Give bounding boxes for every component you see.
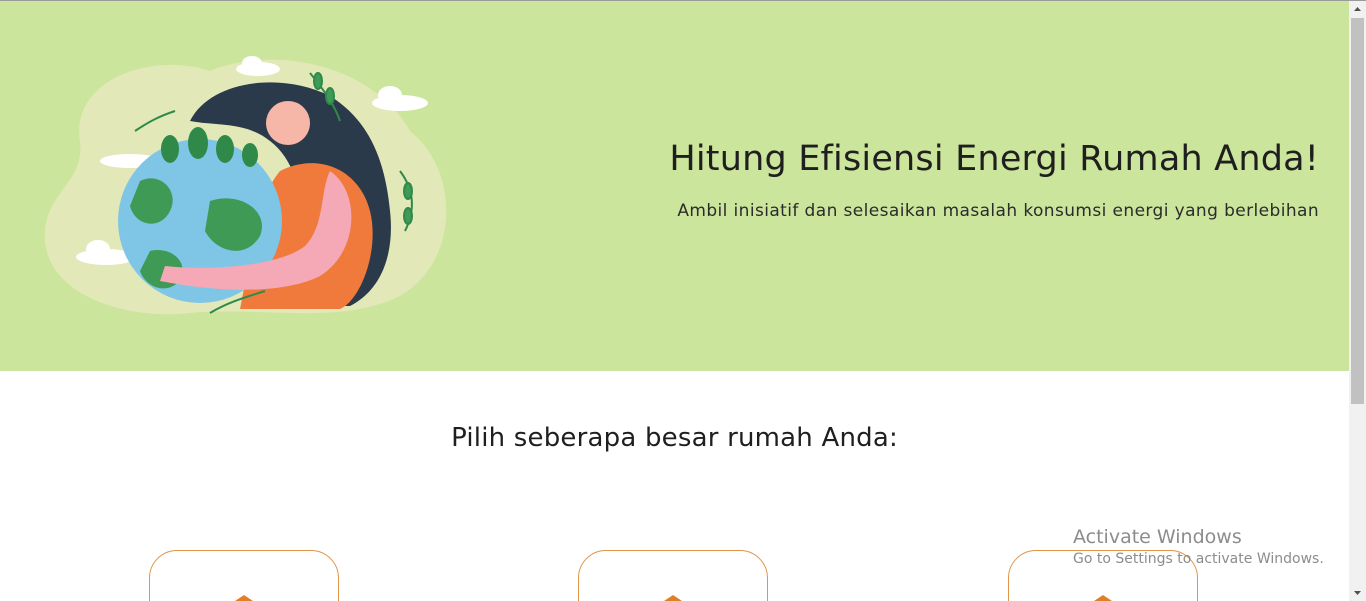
hero-title: Hitung Efisiensi Energi Rumah Anda! xyxy=(669,139,1319,179)
scroll-up-arrow-icon[interactable] xyxy=(1349,1,1366,17)
scrollbar-thumb[interactable] xyxy=(1351,18,1364,404)
vertical-scrollbar[interactable] xyxy=(1349,1,1366,601)
hero-banner: Hitung Efisiensi Energi Rumah Anda! Ambi… xyxy=(0,1,1349,371)
house-icon xyxy=(661,595,685,601)
house-size-option-1[interactable] xyxy=(149,550,339,601)
scroll-down-arrow-icon[interactable] xyxy=(1349,585,1366,601)
house-icon xyxy=(1091,595,1115,601)
house-size-heading: Pilih seberapa besar rumah Anda: xyxy=(451,423,898,453)
house-icon xyxy=(232,595,256,601)
woman-hugging-earth-illustration xyxy=(44,56,447,315)
watermark-title: Activate Windows xyxy=(1073,526,1242,548)
house-size-option-3[interactable] xyxy=(1008,550,1198,601)
house-size-option-2[interactable] xyxy=(578,550,768,601)
page: Hitung Efisiensi Energi Rumah Anda! Ambi… xyxy=(0,0,1366,601)
hero-subtitle: Ambil inisiatif dan selesaikan masalah k… xyxy=(677,201,1319,221)
